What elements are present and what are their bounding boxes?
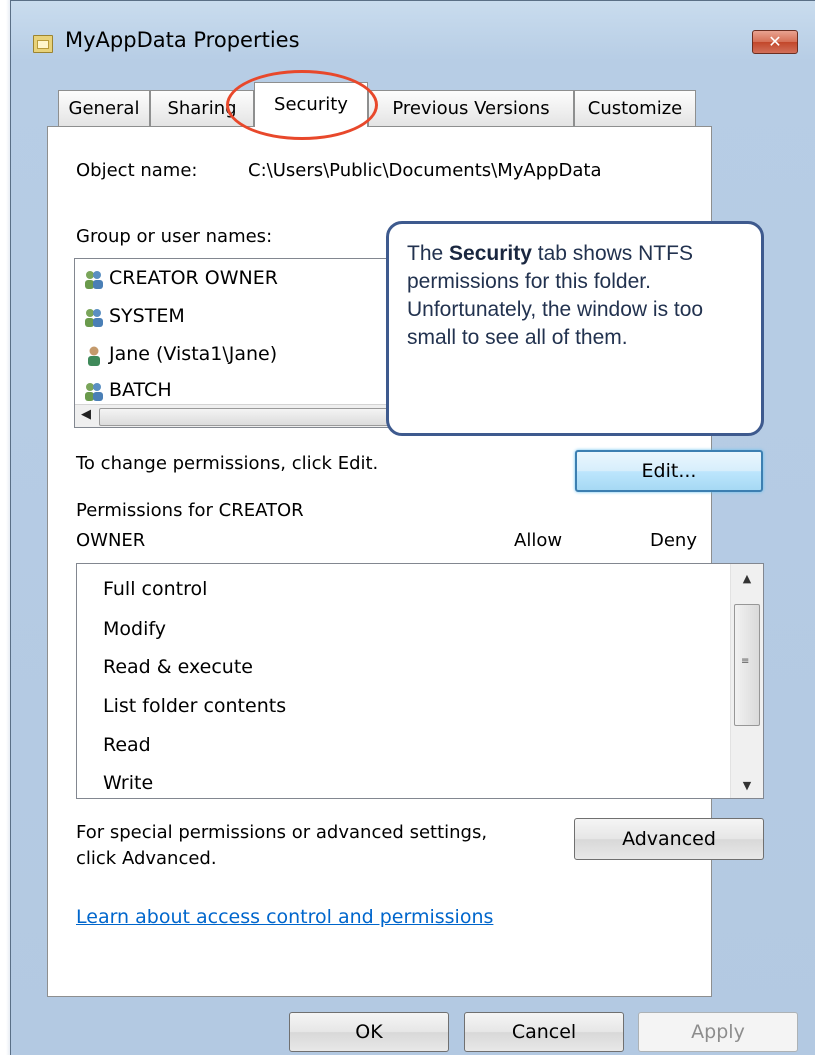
object-name-label: Object name: — [76, 160, 198, 181]
user-group-icon — [85, 271, 103, 289]
list-item[interactable]: SYSTEM — [83, 305, 185, 335]
permission-row: Modify — [103, 618, 166, 640]
scroll-grip-icon: ≡ — [741, 656, 750, 667]
help-link[interactable]: Learn about access control and permissio… — [76, 906, 493, 928]
annotation-callout: The Security tab shows NTFS permissions … — [386, 221, 764, 436]
callout-bold: Security — [449, 242, 532, 265]
change-permissions-text: To change permissions, click Edit. — [76, 453, 379, 474]
tab-customize[interactable]: Customize — [574, 90, 696, 126]
permission-row: Write — [103, 772, 154, 794]
deny-column-header: Deny — [650, 530, 697, 551]
title-bar[interactable]: MyAppData Properties ✕ — [10, 0, 815, 78]
tab-highlight-circle — [226, 70, 378, 140]
permission-row: Read & execute — [103, 656, 253, 678]
permissions-label-line2: OWNER — [76, 530, 146, 551]
group-user-names-label: Group or user names: — [76, 226, 273, 247]
tab-general[interactable]: General — [58, 90, 150, 126]
apply-button[interactable]: Apply — [638, 1012, 798, 1052]
vertical-scrollbar[interactable]: ▲ ≡ ▼ — [730, 564, 763, 798]
cancel-button[interactable]: Cancel — [464, 1012, 624, 1052]
tab-previous-versions[interactable]: Previous Versions — [368, 90, 574, 126]
close-button[interactable]: ✕ — [752, 30, 798, 54]
permission-row: List folder contents — [103, 695, 287, 717]
callout-lead: The — [407, 242, 450, 265]
window-title: MyAppData Properties — [65, 28, 300, 52]
object-name-value: C:\Users\Public\Documents\MyAppData — [248, 160, 602, 181]
background-edge — [0, 0, 10, 1055]
permission-row: Read — [103, 734, 151, 756]
user-icon — [88, 346, 100, 366]
scroll-up-icon[interactable]: ▲ — [731, 572, 763, 585]
ok-button[interactable]: OK — [289, 1012, 449, 1052]
user-name: BATCH — [109, 379, 172, 401]
list-item[interactable]: Jane (Vista1\Jane) — [83, 343, 277, 373]
permissions-list[interactable]: Full control Modify Read & execute List … — [76, 563, 764, 799]
permission-row: Full control — [103, 578, 208, 600]
user-group-icon — [85, 309, 103, 327]
user-name: SYSTEM — [109, 305, 185, 327]
list-item[interactable]: CREATOR OWNER — [83, 267, 278, 297]
advanced-hint-line2: click Advanced. — [76, 848, 217, 869]
edit-button[interactable]: Edit... — [575, 450, 763, 492]
permissions-label-line1: Permissions for CREATOR — [76, 500, 304, 521]
advanced-hint-line1: For special permissions or advanced sett… — [76, 822, 488, 843]
advanced-button[interactable]: Advanced — [574, 818, 764, 860]
user-name: CREATOR OWNER — [109, 267, 278, 289]
scroll-down-icon[interactable]: ▼ — [731, 779, 763, 792]
user-name: Jane (Vista1\Jane) — [109, 343, 278, 365]
allow-column-header: Allow — [514, 530, 563, 551]
scroll-left-icon[interactable]: ◀ — [81, 407, 91, 422]
folder-properties-icon — [33, 35, 53, 53]
user-group-icon — [85, 383, 103, 401]
